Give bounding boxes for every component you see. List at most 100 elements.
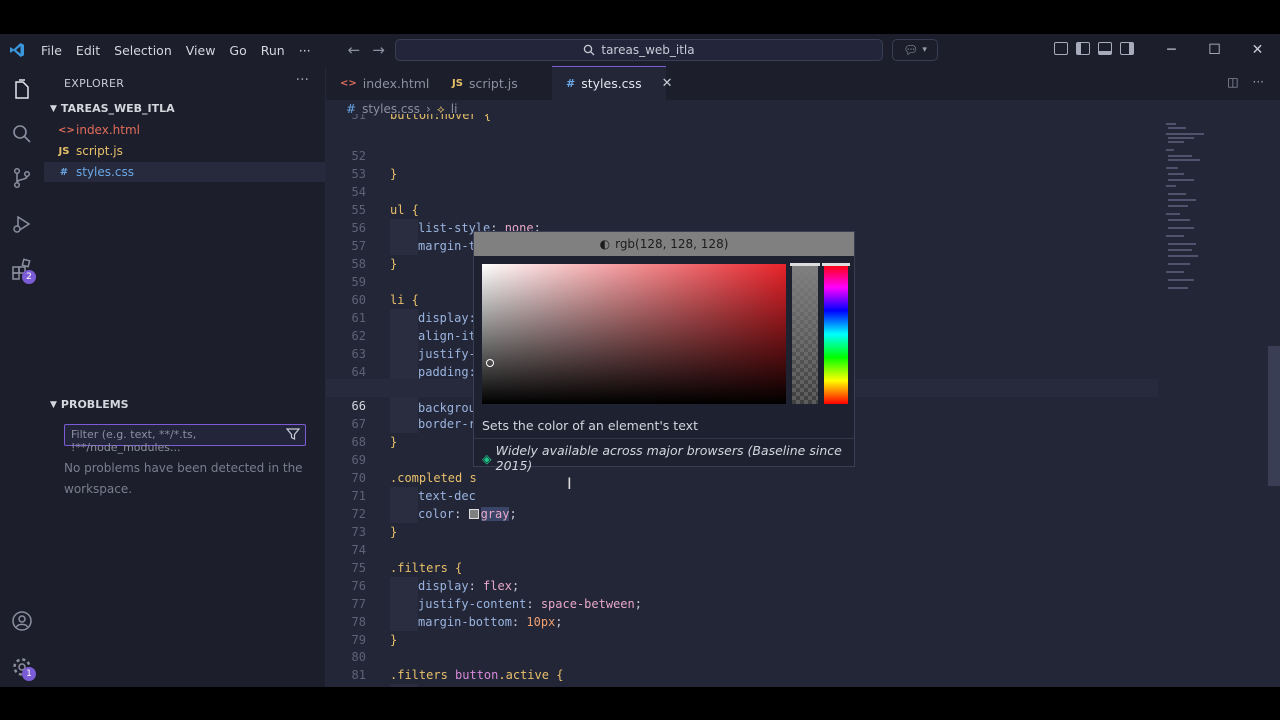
minimap[interactable] <box>1164 120 1244 300</box>
menu-file[interactable]: File <box>34 43 69 58</box>
code-line: 51 button:hover { <box>326 114 1158 126</box>
file-item-styles-css[interactable]: # styles.css <box>44 162 325 182</box>
source-control-icon[interactable] <box>10 166 34 190</box>
tab-index-html[interactable]: <> index.html <box>326 66 438 100</box>
tab-label: index.html <box>362 75 430 91</box>
editor-actions: ◫ ··· <box>1227 75 1264 89</box>
code-line: 77 margin-bottom: 10px; <box>326 577 1158 631</box>
file-item-script-js[interactable]: JS script.js <box>44 141 325 161</box>
filter-placeholder: Filter (e.g. text, **/*.ts, !**/node_mod… <box>71 428 197 454</box>
close-tab-icon[interactable]: ✕ <box>662 76 673 91</box>
explorer-files-icon[interactable] <box>10 78 34 102</box>
text-cursor-icon: I <box>567 474 572 493</box>
baseline-info: ◈ Widely available across major browsers… <box>482 443 854 473</box>
code-line: 52 } <box>326 129 1158 181</box>
back-arrow-icon[interactable]: ← <box>342 41 367 59</box>
code-line: 54 ul { <box>326 165 1158 217</box>
file-name: index.html <box>76 123 140 137</box>
tab-styles-css[interactable]: # styles.css ✕ <box>552 66 672 100</box>
minimize-icon[interactable]: ─ <box>1150 42 1193 58</box>
js-file-icon: JS <box>452 77 463 89</box>
code-line: 80 .filters button.active { <box>326 630 1158 682</box>
split-editor-icon[interactable]: ◫ <box>1227 75 1238 89</box>
letterbox-top <box>0 0 1280 34</box>
baseline-check-icon: ◈ <box>482 450 492 466</box>
color-picker-header[interactable]: ◐ rgb(128, 128, 128) <box>474 232 854 256</box>
folder-name: TAREAS_WEB_ITLA <box>60 102 175 115</box>
toggle-primary-sidebar-icon[interactable] <box>1076 42 1090 55</box>
explorer-more-actions[interactable]: ··· <box>296 72 309 88</box>
extensions-badge: 2 <box>22 270 36 284</box>
hue-strip[interactable] <box>824 264 848 404</box>
account-icon[interactable] <box>10 609 34 633</box>
color-picker-hover: ◐ rgb(128, 128, 128) Sets the color of a… <box>473 231 855 473</box>
property-description: Sets the color of an element's text <box>482 418 698 433</box>
tab-script-js[interactable]: JS script.js <box>438 66 550 100</box>
hue-slider-handle[interactable] <box>822 263 850 266</box>
explorer-sidebar: EXPLORER ··· ▼ TAREAS_WEB_ITLA <> index.… <box>44 66 326 687</box>
activity-bar: 2 1 <box>0 66 44 687</box>
code-line: 53 <box>326 147 1158 181</box>
more-actions-icon[interactable]: ··· <box>1253 75 1264 89</box>
saturation-box[interactable] <box>482 264 786 404</box>
chevron-down-icon: ▼ <box>50 399 57 410</box>
command-center-search[interactable]: tareas_web_itla <box>395 39 883 61</box>
no-problems-message: No problems have been detected in the wo… <box>64 461 303 496</box>
opacity-strip[interactable] <box>792 264 818 404</box>
contrast-icon: ◐ <box>599 237 611 251</box>
folder-root[interactable]: ▼ TAREAS_WEB_ITLA <box>50 102 175 115</box>
menu-go[interactable]: Go <box>222 43 253 58</box>
toggle-panel-icon[interactable] <box>1098 42 1112 55</box>
saturation-handle[interactable] <box>486 359 494 367</box>
css-file-icon: # <box>59 166 69 178</box>
code-line: 75 display: flex; <box>326 541 1158 595</box>
problems-filter-input[interactable]: Filter (e.g. text, **/*.ts, !**/node_mod… <box>64 424 306 454</box>
editor-scrollbar[interactable] <box>1268 346 1280 486</box>
layout-controls <box>1054 42 1134 55</box>
html-file-icon: <> <box>340 77 357 89</box>
explorer-title: EXPLORER <box>64 77 125 90</box>
code-line: 76 justify-content: space-between; <box>326 559 1158 613</box>
close-window-icon[interactable]: ✕ <box>1236 42 1279 58</box>
customize-layout-icon[interactable] <box>1054 42 1068 55</box>
html-file-icon: <> <box>58 124 75 136</box>
code-line: 79 <box>326 613 1158 647</box>
baseline-text: Widely available across major browsers (… <box>495 443 842 473</box>
file-name: styles.css <box>76 165 134 179</box>
filter-icon[interactable] <box>285 427 301 444</box>
code-line: 55 list-style: none; <box>326 183 1158 237</box>
letterbox-bottom <box>0 687 1280 720</box>
hover-divider <box>474 438 854 439</box>
line-number: 51 <box>351 114 366 122</box>
code-line: 72 } <box>326 487 1158 539</box>
code-line: 82 } <box>326 666 1158 687</box>
vscode-logo-icon <box>0 34 34 66</box>
code-line: 81 background-color: #1cc88a; <box>326 648 1158 687</box>
run-debug-icon[interactable] <box>10 212 34 236</box>
code-text: button:hover { <box>390 114 492 122</box>
code-line: 56 margin-top: 10px; <box>326 201 1158 255</box>
menu-run[interactable]: Run <box>254 43 292 58</box>
code-line: 73 <box>326 505 1158 539</box>
code-line: 78 } <box>326 595 1158 647</box>
search-icon[interactable] <box>10 122 34 146</box>
css-file-icon: # <box>566 77 576 90</box>
menu-edit[interactable]: Edit <box>69 43 107 58</box>
maximize-icon[interactable]: ☐ <box>1193 42 1236 58</box>
opacity-slider-handle[interactable] <box>790 263 820 266</box>
problems-section-header[interactable]: ▼ PROBLEMS <box>50 398 129 411</box>
menu-view[interactable]: View <box>179 43 223 58</box>
code-line: 74 .filters { <box>326 523 1158 575</box>
menu-selection[interactable]: Selection <box>107 43 179 58</box>
menu-more[interactable]: ··· <box>292 43 318 58</box>
chevron-down-icon: ▼ <box>50 103 57 114</box>
file-item-index-html[interactable]: <> index.html <box>44 120 325 140</box>
problems-title: PROBLEMS <box>60 398 129 411</box>
tab-label: script.js <box>468 75 518 91</box>
search-icon <box>584 44 595 56</box>
copilot-button[interactable]: 💬︎ ▾ <box>892 39 938 61</box>
window-controls: ─ ☐ ✕ <box>1150 34 1279 66</box>
chat-icon: 💬︎ <box>903 43 919 57</box>
toggle-secondary-sidebar-icon[interactable] <box>1120 42 1134 55</box>
forward-arrow-icon[interactable]: → <box>366 41 391 59</box>
